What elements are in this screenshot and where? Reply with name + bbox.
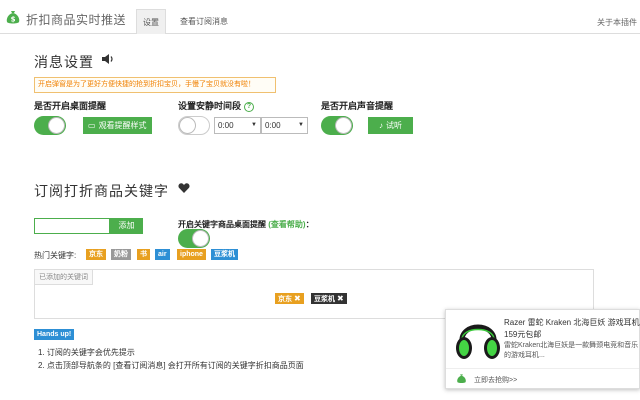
quiet-period-label: 设置安静时间段? <box>178 99 255 112</box>
help-link[interactable]: (查看帮助) <box>268 220 305 229</box>
keyword-desktop-text: 开启关键字商品桌面提醒 <box>178 220 266 229</box>
top-bar: $ 折扣商品实时推送 设置 查看订阅消息 关于本插件 <box>0 0 640 34</box>
toggle-knob <box>179 117 196 134</box>
keyword-input[interactable] <box>34 218 110 234</box>
speaker-icon <box>102 54 113 64</box>
toggle-knob <box>48 117 65 134</box>
help-icon[interactable]: ? <box>244 102 255 112</box>
remove-icon[interactable]: ✖ <box>337 294 344 303</box>
notification-description: 雷蛇Kraken北海巨妖是一款舞颈电竞和音乐的游戏耳机... <box>504 342 639 359</box>
view-reminder-style-label: 观看提醒样式 <box>98 121 147 130</box>
quiet-start-value: 0:00 <box>218 121 234 130</box>
headphones-product-image <box>456 324 500 359</box>
added-keyword-chip[interactable]: 豆浆机 ✖ <box>311 293 347 304</box>
notification-price: 159元包邮 <box>504 330 542 339</box>
toggle-knob <box>335 117 352 134</box>
hot-tag[interactable]: 奶粉 <box>111 249 131 260</box>
add-keyword-button[interactable]: 添加 <box>110 218 143 234</box>
tip-item: 2. 点击顶部导航条的 [查看订阅消息] 会打开所有订阅的关键字折扣商品页面 <box>38 361 304 370</box>
added-keyword-text: 京东 <box>278 296 292 303</box>
desktop-notification[interactable]: Razer 雷蛇 Kraken 北海巨妖 游戏耳机 159元包邮 雷蛇Krake… <box>445 309 640 389</box>
notice-banner: 开启弹窗是为了更好方便快捷的抢到折扣宝贝，手慢了宝贝就没有啦！ <box>34 77 276 93</box>
about-link[interactable]: 关于本插件 <box>597 17 637 28</box>
music-note-icon: ♪ <box>379 121 383 130</box>
sound-reminder-label: 是否开启声音提醒 <box>321 101 394 111</box>
monitor-icon: ▭ <box>88 121 96 130</box>
listen-button[interactable]: ♪ 试听 <box>368 117 413 134</box>
desktop-reminder-label: 是否开启桌面提醒 <box>34 101 107 111</box>
notification-footer: 立即去抢购>> <box>446 368 639 389</box>
keywords-heading: 订阅打折商品关键字 <box>34 183 169 199</box>
quiet-end-select[interactable]: 0:00 ▼ <box>261 117 308 134</box>
keyword-desktop-toggle[interactable] <box>178 229 210 248</box>
notification-title: Razer 雷蛇 Kraken 北海巨妖 游戏耳机 <box>504 318 640 327</box>
tab-subscribed-messages[interactable]: 查看订阅消息 <box>174 9 234 34</box>
hands-up-badge: Hands up! <box>34 329 75 340</box>
quiet-start-select[interactable]: 0:00 ▼ <box>214 117 261 134</box>
hot-keywords-label: 热门关键字: <box>34 251 77 260</box>
hot-tag[interactable]: 豆浆机 <box>211 249 238 260</box>
added-keywords-title: 已添加的关键词 <box>35 270 93 285</box>
added-keyword-text: 豆浆机 <box>314 296 335 303</box>
added-keyword-chip[interactable]: 京东 ✖ <box>275 293 304 304</box>
buy-now-link[interactable]: 立即去抢购>> <box>474 375 517 385</box>
tab-settings[interactable]: 设置 <box>136 9 166 34</box>
notify-heading: 消息设置 <box>34 54 94 70</box>
hot-tag[interactable]: 书 <box>137 249 150 260</box>
view-reminder-style-button[interactable]: ▭ 观看提醒样式 <box>83 117 152 134</box>
listen-button-label: 试听 <box>386 121 402 130</box>
desktop-reminder-toggle[interactable] <box>34 116 66 135</box>
caret-down-icon: ▼ <box>251 122 257 128</box>
caret-down-icon: ▼ <box>298 122 304 128</box>
money-bag-icon: $ <box>6 11 20 24</box>
quiet-period-toggle[interactable] <box>178 116 210 135</box>
quiet-end-value: 0:00 <box>265 121 281 130</box>
label-colon: ： <box>305 220 314 229</box>
sound-reminder-toggle[interactable] <box>321 116 353 135</box>
app-title: 折扣商品实时推送 <box>26 13 127 27</box>
money-bag-icon <box>457 374 466 383</box>
remove-icon[interactable]: ✖ <box>294 294 301 303</box>
hot-tag[interactable]: iphone <box>177 249 206 260</box>
hot-tag[interactable]: air <box>155 249 170 260</box>
tip-item: 1. 订阅的关键字会优先提示 <box>38 348 135 357</box>
toggle-knob <box>192 230 209 247</box>
heart-icon <box>178 183 190 193</box>
quiet-period-text: 设置安静时间段 <box>178 101 242 111</box>
svg-text:$: $ <box>11 16 16 24</box>
hot-tag[interactable]: 京东 <box>86 249 106 260</box>
